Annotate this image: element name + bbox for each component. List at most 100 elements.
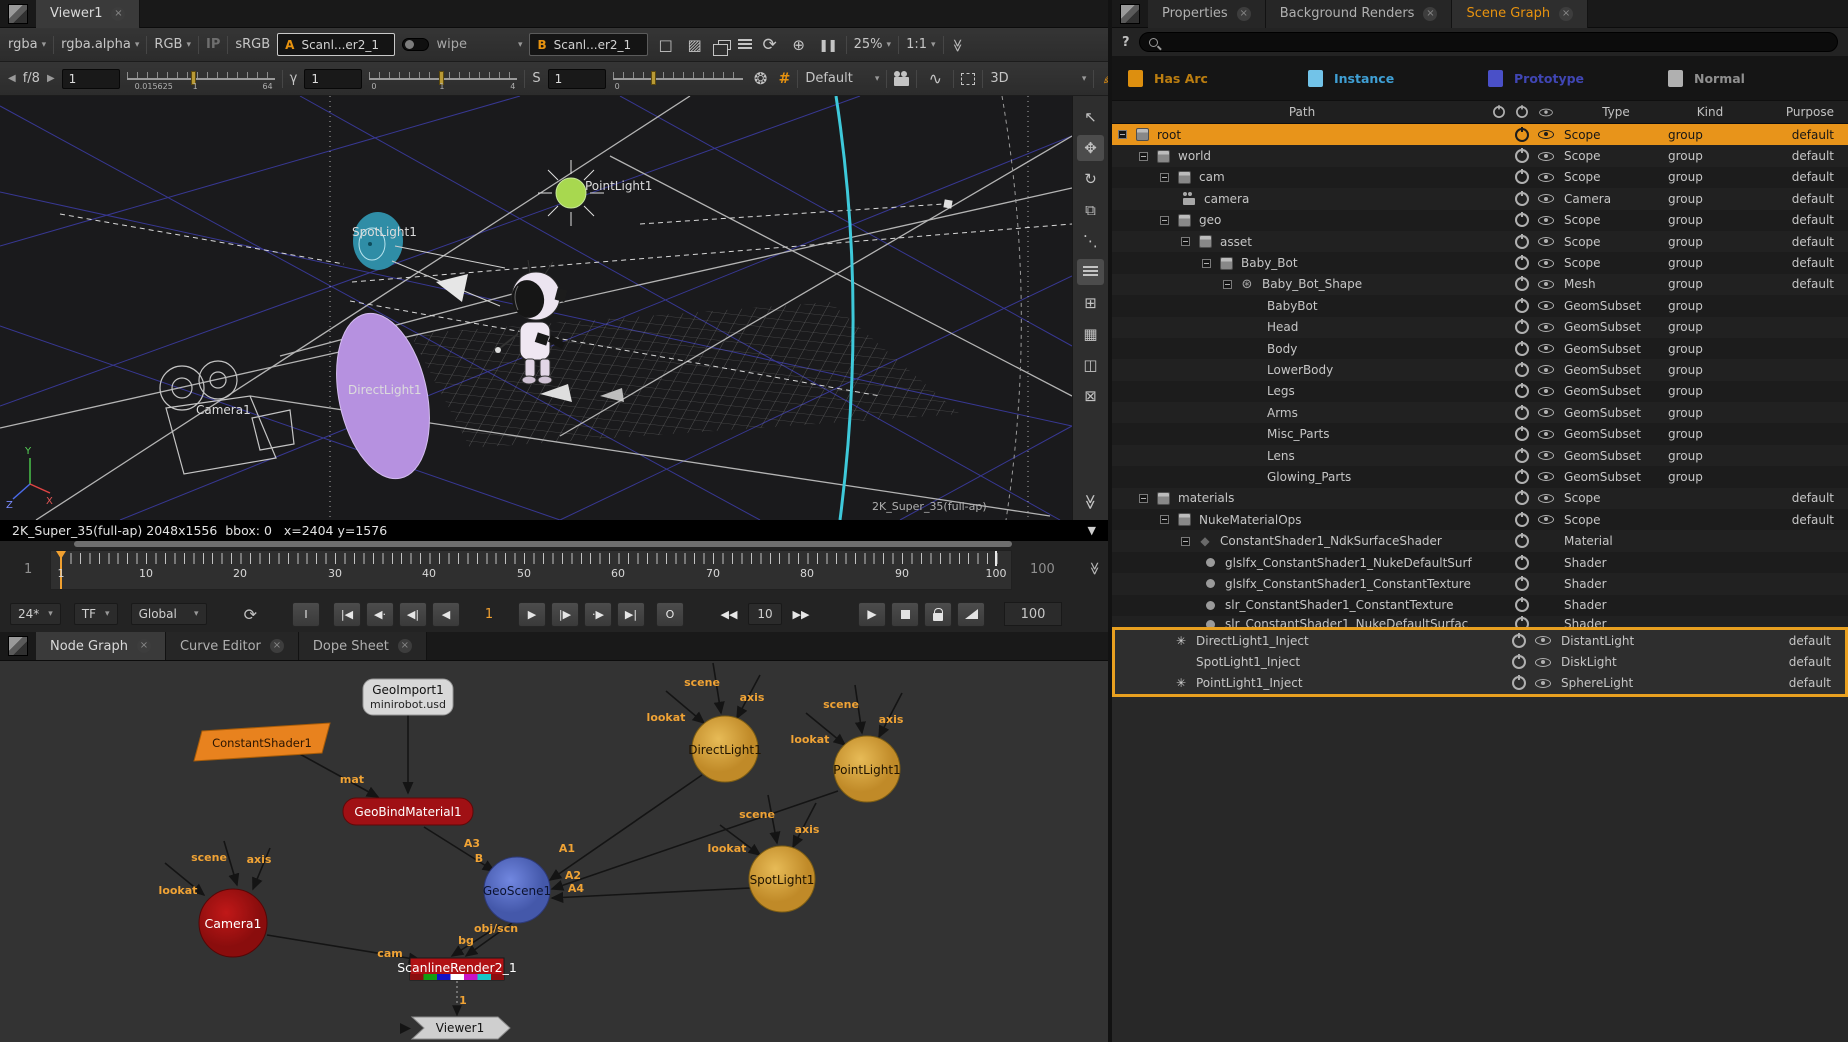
eye-icon[interactable] (1538, 365, 1554, 374)
prim-name[interactable]: Glowing_Parts (1267, 470, 1351, 484)
eye-icon[interactable] (1535, 679, 1551, 688)
power-column-icon[interactable] (1516, 106, 1528, 118)
adjust-sliders-icon[interactable] (1077, 259, 1104, 285)
play-backward-button[interactable]: ◀ (432, 602, 460, 627)
pane-menu-icon[interactable] (1120, 4, 1140, 24)
rotate-icon[interactable]: ↻ (1077, 166, 1104, 192)
close-icon[interactable]: × (398, 639, 412, 653)
scenegraph-row[interactable]: asset Scope group default (1112, 231, 1848, 252)
prim-name[interactable]: SpotLight1_Inject (1196, 655, 1300, 669)
power-icon[interactable] (1515, 384, 1529, 398)
power-icon[interactable] (1515, 491, 1529, 505)
layer-dropdown[interactable]: rgba.alpha▾ (61, 37, 139, 52)
tab-viewer1[interactable]: Viewer1 × (36, 0, 140, 28)
node-spotlight1[interactable]: SpotLight1 (749, 846, 815, 912)
power-icon[interactable] (1515, 149, 1529, 163)
scenegraph-row[interactable]: root Scope group default (1112, 124, 1848, 145)
input-process-toggle[interactable]: IP (206, 37, 220, 52)
scenegraph-row[interactable]: slr_ConstantShader1_NukeDefaultSurfac Sh… (1112, 616, 1848, 627)
timeline-overflow-icon[interactable]: ≫ (1086, 562, 1101, 574)
fstop-label[interactable]: f/8 (23, 71, 40, 86)
power-icon[interactable] (1515, 256, 1529, 270)
scenegraph-row[interactable]: Misc_Parts GeomSubset group (1112, 423, 1848, 444)
fstop-prev-icon[interactable]: ◀ (8, 73, 16, 84)
lut-dropdown[interactable]: Default▾ (805, 71, 879, 86)
play-forward-button[interactable]: ▶ (518, 602, 546, 627)
scenegraph-row[interactable]: world Scope group default (1112, 145, 1848, 166)
power-icon[interactable] (1512, 655, 1526, 669)
scenegraph-row[interactable]: PointLight1_Inject SphereLight default (1115, 673, 1845, 694)
eye-icon[interactable] (1538, 515, 1554, 524)
power-icon[interactable] (1515, 170, 1529, 184)
node-constantshader1[interactable]: ConstantShader1 (194, 723, 330, 761)
prim-name[interactable]: Head (1267, 320, 1298, 334)
transform-box-icon[interactable]: ⊞ (1077, 290, 1104, 316)
viewer-camera-icon[interactable] (894, 77, 909, 86)
eye-icon[interactable] (1538, 130, 1554, 139)
wipe-toggle[interactable] (402, 38, 429, 51)
power-icon[interactable] (1515, 449, 1529, 463)
gamma-input[interactable]: 1 (304, 69, 362, 89)
prim-name[interactable]: PointLight1_Inject (1196, 676, 1303, 690)
node-camera1[interactable]: Camera1 (199, 889, 267, 957)
eye-icon[interactable] (1538, 216, 1554, 225)
tab-scene-graph[interactable]: Scene Graph× (1452, 0, 1588, 28)
timeline-filter-dropdown[interactable]: TF▾ (74, 603, 118, 625)
gain-input[interactable]: 1 (62, 69, 120, 89)
prim-name[interactable]: materials (1178, 491, 1234, 505)
tab-properties[interactable]: Properties× (1148, 0, 1266, 28)
expander-icon[interactable] (1139, 494, 1148, 503)
scenegraph-header[interactable]: Path Type Kind Purpose (1112, 100, 1848, 124)
prim-name[interactable]: Arms (1267, 406, 1298, 420)
help-icon[interactable]: ? (1122, 35, 1130, 50)
prim-name[interactable]: world (1178, 149, 1211, 163)
goto-start-button[interactable]: |◀ (333, 602, 361, 627)
view-mode-dropdown[interactable]: 3D▾ (990, 71, 1086, 86)
loop-mode-icon[interactable]: ⟳ (244, 605, 257, 624)
prim-name[interactable]: asset (1220, 235, 1252, 249)
expander-icon[interactable] (1139, 152, 1148, 161)
scenegraph-row[interactable]: ConstantShader1_NdkSurfaceShader Materia… (1112, 530, 1848, 551)
scenegraph-row[interactable]: glslfx_ConstantShader1_NukeDefaultSurf S… (1112, 552, 1848, 573)
manipulator-handle[interactable] (943, 199, 952, 208)
grid-brackets-icon[interactable]: ◫ (1077, 352, 1104, 378)
lock-range-icon[interactable] (924, 602, 952, 627)
power-icon[interactable] (1515, 235, 1529, 249)
scenegraph-row[interactable]: geo Scope group default (1112, 210, 1848, 231)
saturation-input[interactable]: 1 (548, 69, 606, 89)
column-type[interactable]: Type (1564, 105, 1668, 119)
power-icon[interactable] (1515, 406, 1529, 420)
prim-name[interactable]: Baby_Bot_Shape (1262, 277, 1362, 291)
display-channels-dropdown[interactable]: RGB▾ (154, 37, 191, 52)
scenegraph-row[interactable]: Arms GeomSubset group (1112, 402, 1848, 423)
overlay-compare-icon[interactable] (718, 40, 731, 50)
nodegraph-canvas[interactable]: GeoImport1 minirobot.usd ConstantShader1… (0, 661, 1108, 1042)
select-cursor-icon[interactable]: ↖ (1077, 104, 1104, 130)
gain-slider[interactable]: 0.015625 1 64 (127, 68, 275, 90)
wipe-mode-dropdown[interactable]: wipe▾ (436, 37, 522, 52)
skip-back-button[interactable]: ◀◀ (715, 602, 743, 627)
power-icon[interactable] (1515, 513, 1529, 527)
tab-node-graph[interactable]: Node Graph× (36, 632, 166, 660)
visibility-column-icon[interactable] (1539, 108, 1553, 116)
scenegraph-row[interactable]: Body GeomSubset group (1112, 338, 1848, 359)
tile-grid-icon[interactable]: ▦ (1077, 321, 1104, 347)
power-icon[interactable] (1512, 676, 1526, 690)
tools-overflow-icon[interactable]: ≫ (1078, 488, 1104, 515)
set-out-point-button[interactable]: O (656, 602, 684, 627)
format-box-icon[interactable]: □ (655, 36, 677, 54)
headlamp-icon[interactable]: ❂ (750, 69, 772, 88)
power-icon[interactable] (1515, 470, 1529, 484)
node-scanlinerender2-1[interactable]: ScanlineRender2_1 (397, 958, 517, 980)
power-icon[interactable] (1515, 598, 1529, 612)
close-icon[interactable]: × (137, 639, 151, 653)
refresh-icon[interactable]: ⟳ (759, 35, 781, 55)
set-in-point-button[interactable]: I (292, 602, 320, 627)
tab-dope-sheet[interactable]: Dope Sheet× (299, 632, 427, 660)
expander-icon[interactable] (1223, 280, 1232, 289)
proxy-stripes-icon[interactable]: ▨ (684, 36, 706, 54)
power-icon[interactable] (1515, 299, 1529, 313)
saturation-slider[interactable]: 0 (613, 68, 743, 90)
prim-name[interactable]: slr_ConstantShader1_ConstantTexture (1225, 598, 1454, 612)
prim-name[interactable]: root (1157, 128, 1181, 142)
